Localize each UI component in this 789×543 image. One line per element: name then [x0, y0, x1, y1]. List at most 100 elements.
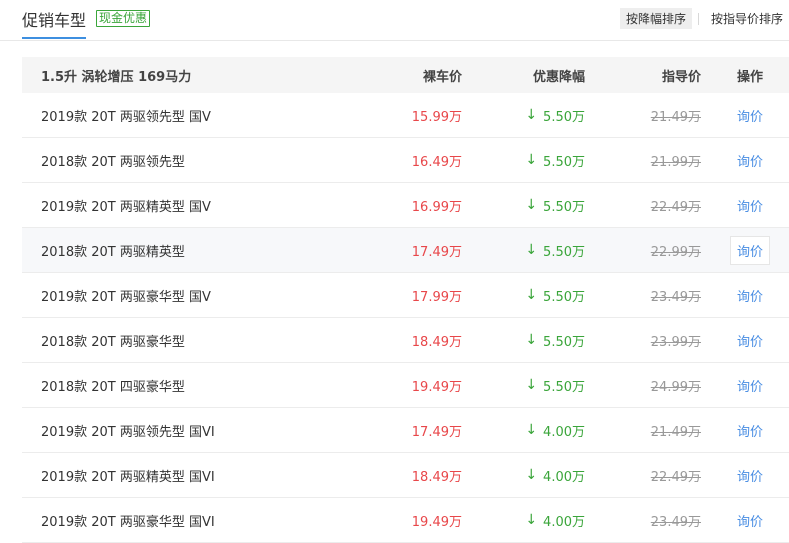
sale-price: 18.49万: [411, 469, 462, 485]
inquire-link[interactable]: 询价: [737, 421, 763, 440]
engine-group-label: 1.5升 涡轮增压 169马力: [41, 69, 192, 85]
arrow-down-icon: ↓: [525, 152, 538, 168]
discount-amount: ↓ 5.50万: [482, 183, 585, 227]
column-header-price: 裸车价: [422, 69, 462, 85]
model-name: 2019款 20T 两驱豪华型 国VI: [41, 514, 215, 530]
discount-amount: ↓ 5.50万: [482, 363, 585, 407]
arrow-down-icon: ↓: [525, 197, 538, 213]
inquire-link[interactable]: 询价: [737, 331, 763, 350]
model-name: 2019款 20T 两驱豪华型 国V: [41, 289, 211, 305]
discount-value: 5.50万: [543, 199, 585, 215]
inquire-link[interactable]: 询价: [737, 376, 763, 395]
column-header-discount: 优惠降幅: [532, 69, 585, 85]
table-header-row: 1.5升 涡轮增压 169马力 裸车价 优惠降幅 指导价 操作: [22, 57, 789, 93]
msrp-price: 23.49万: [650, 514, 701, 530]
inquire-link[interactable]: 询价: [729, 235, 770, 265]
discount-amount: ↓ 5.50万: [482, 138, 585, 182]
arrow-down-icon: ↓: [525, 422, 538, 438]
sale-price: 19.49万: [411, 379, 462, 395]
column-header-msrp: 指导价: [661, 69, 701, 85]
discount-amount: ↓ 5.50万: [482, 318, 585, 362]
table-row: 2019款 20T 两驱领先型 国VI 17.49万 ↓ 4.00万 21.49万 询价: [22, 408, 789, 453]
inquire-link[interactable]: 询价: [737, 286, 763, 305]
action-cell: 询价: [722, 453, 778, 497]
inquire-link[interactable]: 询价: [737, 151, 763, 170]
discount-amount: ↓ 5.50万: [482, 228, 585, 272]
column-header-action: 操作: [736, 69, 763, 85]
discount-amount: ↓ 5.50万: [482, 93, 585, 137]
arrow-down-icon: ↓: [525, 242, 538, 258]
msrp-price: 21.99万: [650, 154, 701, 170]
table-row: 2018款 20T 两驱精英型 17.49万 ↓ 5.50万 22.99万 询价: [22, 228, 789, 273]
discount-value: 4.00万: [543, 514, 585, 530]
action-cell: 询价: [722, 408, 778, 452]
model-name: 2018款 20T 两驱精英型: [41, 244, 185, 260]
promo-models-table: 1.5升 涡轮增压 169马力 裸车价 优惠降幅 指导价 操作 2019款 20…: [22, 57, 789, 543]
sale-price: 17.49万: [411, 244, 462, 260]
table-row: 2019款 20T 两驱领先型 国V 15.99万 ↓ 5.50万 21.49万 询价: [22, 93, 789, 138]
model-name: 2019款 20T 两驱领先型 国V: [41, 109, 211, 125]
discount-value: 4.00万: [543, 424, 585, 440]
discount-amount: ↓ 4.00万: [482, 408, 585, 452]
arrow-down-icon: ↓: [525, 332, 538, 348]
table-row: 2018款 20T 两驱领先型 16.49万 ↓ 5.50万 21.99万 询价: [22, 138, 789, 183]
action-cell: 询价: [722, 183, 778, 227]
promo-header: 促销车型 现金优惠 按降幅排序 按指导价排序: [0, 0, 789, 41]
msrp-price: 22.49万: [650, 469, 701, 485]
discount-amount: ↓ 4.00万: [482, 498, 585, 542]
cash-discount-badge: 现金优惠: [96, 10, 151, 27]
discount-value: 5.50万: [543, 379, 585, 395]
action-cell: 询价: [722, 138, 778, 182]
table-row: 2019款 20T 两驱精英型 国V 16.99万 ↓ 5.50万 22.49万 询价: [22, 183, 789, 228]
msrp-price: 21.49万: [650, 424, 701, 440]
model-name: 2019款 20T 两驱精英型 国V: [41, 199, 211, 215]
action-cell: 询价: [722, 318, 778, 362]
discount-amount: ↓ 5.50万: [482, 273, 585, 317]
msrp-price: 21.49万: [650, 109, 701, 125]
msrp-price: 24.99万: [650, 379, 701, 395]
discount-value: 5.50万: [543, 289, 585, 305]
action-cell: 询价: [722, 273, 778, 317]
discount-value: 5.50万: [543, 154, 585, 170]
inquire-link[interactable]: 询价: [737, 511, 763, 530]
inquire-link[interactable]: 询价: [737, 106, 763, 125]
sale-price: 17.99万: [411, 289, 462, 305]
sale-price: 19.49万: [411, 514, 462, 530]
sale-price: 18.49万: [411, 334, 462, 350]
arrow-down-icon: ↓: [525, 287, 538, 303]
table-row: 2018款 20T 两驱豪华型 18.49万 ↓ 5.50万 23.99万 询价: [22, 318, 789, 363]
model-name: 2018款 20T 两驱领先型: [41, 154, 185, 170]
arrow-down-icon: ↓: [525, 107, 538, 123]
table-row: 2018款 20T 四驱豪华型 19.49万 ↓ 5.50万 24.99万 询价: [22, 363, 789, 408]
model-name: 2019款 20T 两驱领先型 国VI: [41, 424, 215, 440]
discount-value: 5.50万: [543, 244, 585, 260]
table-row: 2019款 20T 两驱豪华型 国VI 19.49万 ↓ 4.00万 23.49万 询价: [22, 498, 789, 543]
arrow-down-icon: ↓: [525, 377, 538, 393]
sort-divider: [697, 12, 699, 25]
sale-price: 16.99万: [411, 199, 462, 215]
sale-price: 15.99万: [411, 109, 462, 125]
discount-amount: ↓ 4.00万: [482, 453, 585, 497]
sale-price: 17.49万: [411, 424, 462, 440]
model-name: 2018款 20T 两驱豪华型: [41, 334, 185, 350]
arrow-down-icon: ↓: [525, 512, 538, 528]
model-name: 2019款 20T 两驱精英型 国VI: [41, 469, 215, 485]
msrp-price: 22.99万: [650, 244, 701, 260]
sort-options: 按降幅排序 按指导价排序: [619, 8, 789, 29]
msrp-price: 23.49万: [650, 289, 701, 305]
sort-by-msrp-button[interactable]: 按指导价排序: [705, 8, 789, 29]
action-cell: 询价: [722, 228, 778, 272]
table-row: 2019款 20T 两驱精英型 国VI 18.49万 ↓ 4.00万 22.49万 询价: [22, 453, 789, 498]
discount-value: 4.00万: [543, 469, 585, 485]
action-cell: 询价: [722, 363, 778, 407]
inquire-link[interactable]: 询价: [737, 466, 763, 485]
msrp-price: 22.49万: [650, 199, 701, 215]
discount-value: 5.50万: [543, 334, 585, 350]
sort-by-discount-button[interactable]: 按降幅排序: [619, 8, 692, 29]
msrp-price: 23.99万: [650, 334, 701, 350]
action-cell: 询价: [722, 93, 778, 137]
table-row: 2019款 20T 两驱豪华型 国V 17.99万 ↓ 5.50万 23.49万 询价: [22, 273, 789, 318]
tab-promo-models[interactable]: 促销车型: [22, 7, 87, 39]
inquire-link[interactable]: 询价: [737, 196, 763, 215]
action-cell: 询价: [722, 498, 778, 542]
